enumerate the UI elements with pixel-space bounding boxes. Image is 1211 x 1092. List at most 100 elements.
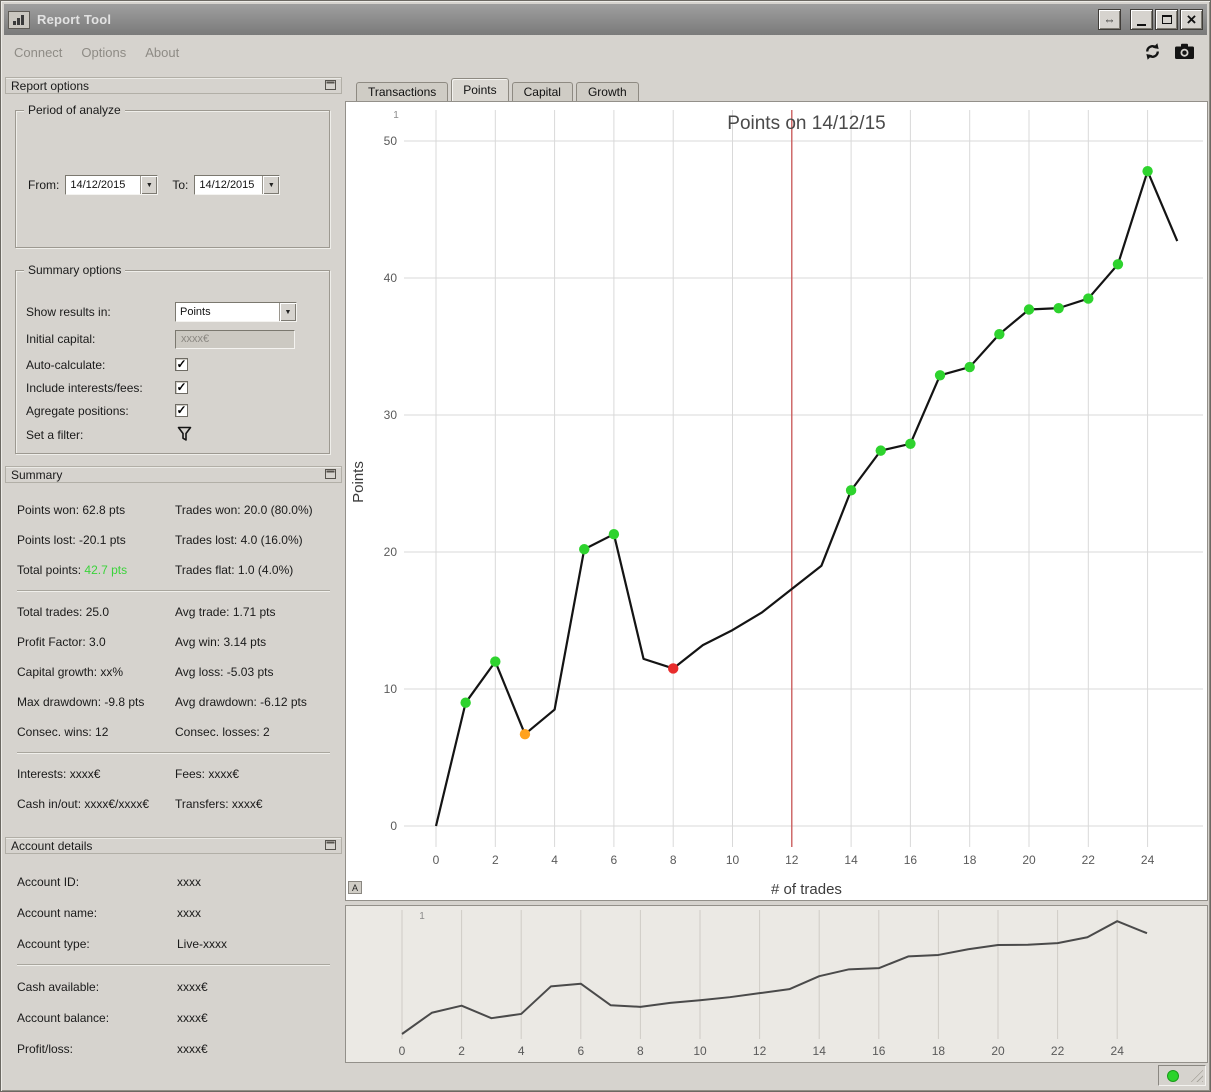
check-icon: ✓ <box>176 357 187 371</box>
summary-row: Profit Factor: 3.0 Avg win: 3.14 pts <box>17 627 334 657</box>
tabbar: Transactions Points Capital Growth <box>345 78 1208 101</box>
agregate-positions-label: Agregate positions: <box>26 403 129 418</box>
menu-connect[interactable]: Connect <box>14 45 62 60</box>
menu-options[interactable]: Options <box>81 45 126 60</box>
total-points-value: 42.7 pts <box>84 563 128 577</box>
svg-text:Points: Points <box>350 461 367 503</box>
account-row: Account type: Live-xxxx <box>17 928 334 959</box>
float-panel-icon[interactable] <box>325 468 336 482</box>
close-button[interactable]: × <box>1180 9 1203 30</box>
account-name-label: Account name: <box>17 905 98 920</box>
separator <box>17 752 330 754</box>
avg-trade: Avg trade: 1.71 pts <box>175 605 276 619</box>
account-type-value: Live-xxxx <box>177 936 228 951</box>
summary-row: Points lost: -20.1 pts Trades lost: 4.0 … <box>17 525 334 555</box>
svg-text:1: 1 <box>393 110 399 121</box>
max-drawdown: Max drawdown: -9.8 pts <box>17 695 145 709</box>
account-name-value: xxxx <box>177 905 201 920</box>
auto-calculate-checkbox[interactable]: ✓ <box>175 358 188 371</box>
account-row: Account balance: xxxx€ <box>17 1002 334 1033</box>
from-date-combo[interactable]: 14/12/2015 ▼ <box>65 175 159 195</box>
statusbar <box>5 1064 1206 1088</box>
svg-text:6: 6 <box>577 1044 584 1058</box>
account-row: Account name: xxxx <box>17 897 334 928</box>
total-points: Total points: 42.7 pts <box>17 563 175 577</box>
tab-label: Points <box>463 83 497 97</box>
svg-text:4: 4 <box>551 853 558 867</box>
summary-row: Cash in/out: xxxx€/xxxx€ Transfers: xxxx… <box>17 789 334 819</box>
to-date-value: 14/12/2015 <box>199 179 255 191</box>
total-points-label: Total points: <box>17 563 82 577</box>
tab-transactions[interactable]: Transactions <box>356 82 449 101</box>
from-label: From: <box>28 178 60 192</box>
points-chart[interactable]: 0 2 4 6 8 10 12 14 16 18 20 22 24 0 10 20 30 40 50 Points o… <box>345 101 1208 901</box>
summary-header: Summary <box>5 466 342 483</box>
overview-plot-svg[interactable]: 0 2 4 6 8 10 12 14 16 18 20 22 241 <box>346 906 1207 1062</box>
report-options-title: Report options <box>11 78 90 93</box>
to-date-combo[interactable]: 14/12/2015 ▼ <box>194 175 281 195</box>
svg-text:8: 8 <box>670 853 677 867</box>
trades-won: Trades won: 20.0 (80.0%) <box>175 503 313 517</box>
initial-capital-label: Initial capital: <box>26 332 96 346</box>
separator <box>17 590 330 592</box>
refresh-button[interactable] <box>1141 40 1164 66</box>
account-balance-label: Account balance: <box>17 1010 110 1025</box>
svg-text:24: 24 <box>1111 1044 1125 1058</box>
show-results-value: Points <box>180 306 211 318</box>
svg-text:50: 50 <box>384 134 398 148</box>
app-chart-icon <box>8 10 30 29</box>
svg-text:6: 6 <box>611 853 618 867</box>
show-results-combo[interactable]: Points ▼ <box>175 302 297 322</box>
account-details-body: Account ID: xxxx Account name: xxxx Acco… <box>5 854 342 1070</box>
tab-growth[interactable]: Growth <box>575 82 639 101</box>
status-green-dot <box>1167 1069 1179 1082</box>
auto-calculate-label: Auto-calculate: <box>26 357 106 372</box>
screenshot-button[interactable] <box>1172 41 1197 65</box>
resize-grip[interactable] <box>1189 1068 1203 1082</box>
svg-text:18: 18 <box>932 1044 946 1058</box>
account-row: Cash available: xxxx€ <box>17 971 334 1002</box>
autorange-button[interactable]: A <box>348 881 362 894</box>
account-id-value: xxxx <box>177 874 201 889</box>
svg-text:2: 2 <box>492 853 499 867</box>
maximize-button[interactable] <box>1155 9 1178 30</box>
report-options-header: Report options <box>5 77 342 94</box>
close-icon: × <box>1186 9 1197 29</box>
float-panel-icon[interactable] <box>325 839 336 853</box>
tab-capital[interactable]: Capital <box>511 82 573 101</box>
dropdown-arrow-icon[interactable]: ▼ <box>262 176 280 194</box>
cash-in-out: Cash in/out: xxxx€/xxxx€ <box>17 797 150 811</box>
window-title: Report Tool <box>37 12 112 27</box>
dock-button[interactable]: ⇔ <box>1098 9 1121 30</box>
float-panel-icon[interactable] <box>325 79 336 93</box>
avg-win: Avg win: 3.14 pts <box>175 635 267 649</box>
svg-text:0: 0 <box>433 853 440 867</box>
initial-capital-input[interactable] <box>175 329 295 349</box>
tab-points[interactable]: Points <box>451 78 509 101</box>
minimize-button[interactable] <box>1130 9 1153 30</box>
points-plot-svg[interactable]: 0 2 4 6 8 10 12 14 16 18 20 22 2401020304050Points o… <box>346 102 1207 900</box>
overview-chart[interactable]: 0 2 4 6 8 10 12 14 16 18 20 22 24 1 <box>345 905 1208 1063</box>
fees: Fees: xxxx€ <box>175 767 240 781</box>
svg-text:16: 16 <box>904 853 918 867</box>
menu-about[interactable]: About <box>145 45 179 60</box>
account-row: Account ID: xxxx <box>17 866 334 897</box>
include-interests-checkbox[interactable]: ✓ <box>175 381 188 394</box>
summary-row: Consec. wins: 12 Consec. losses: 2 <box>17 717 334 747</box>
summary-row: Capital growth: xx% Avg loss: -5.03 pts <box>17 657 334 687</box>
account-row: Profit/loss: xxxx€ <box>17 1033 334 1064</box>
main-area: Transactions Points Capital Growth 02468… <box>345 78 1208 1064</box>
filter-button[interactable] <box>177 426 192 445</box>
dropdown-arrow-icon[interactable]: ▼ <box>279 303 296 321</box>
summary-row: Total points: 42.7 pts Trades flat: 1.0 … <box>17 555 334 585</box>
avg-loss: Avg loss: -5.03 pts <box>175 665 274 679</box>
points-lost: Points lost: -20.1 pts <box>17 533 126 547</box>
summary-row: Max drawdown: -9.8 pts Avg drawdown: -6.… <box>17 687 334 717</box>
agregate-positions-checkbox[interactable]: ✓ <box>175 404 188 417</box>
camera-icon <box>1174 43 1195 63</box>
summary-row: Total trades: 25.0 Avg trade: 1.71 pts <box>17 597 334 627</box>
interests: Interests: xxxx€ <box>17 767 101 781</box>
trades-flat: Trades flat: 1.0 (4.0%) <box>175 563 294 577</box>
dropdown-arrow-icon[interactable]: ▼ <box>140 176 158 194</box>
profit-loss-value: xxxx€ <box>177 1041 208 1056</box>
